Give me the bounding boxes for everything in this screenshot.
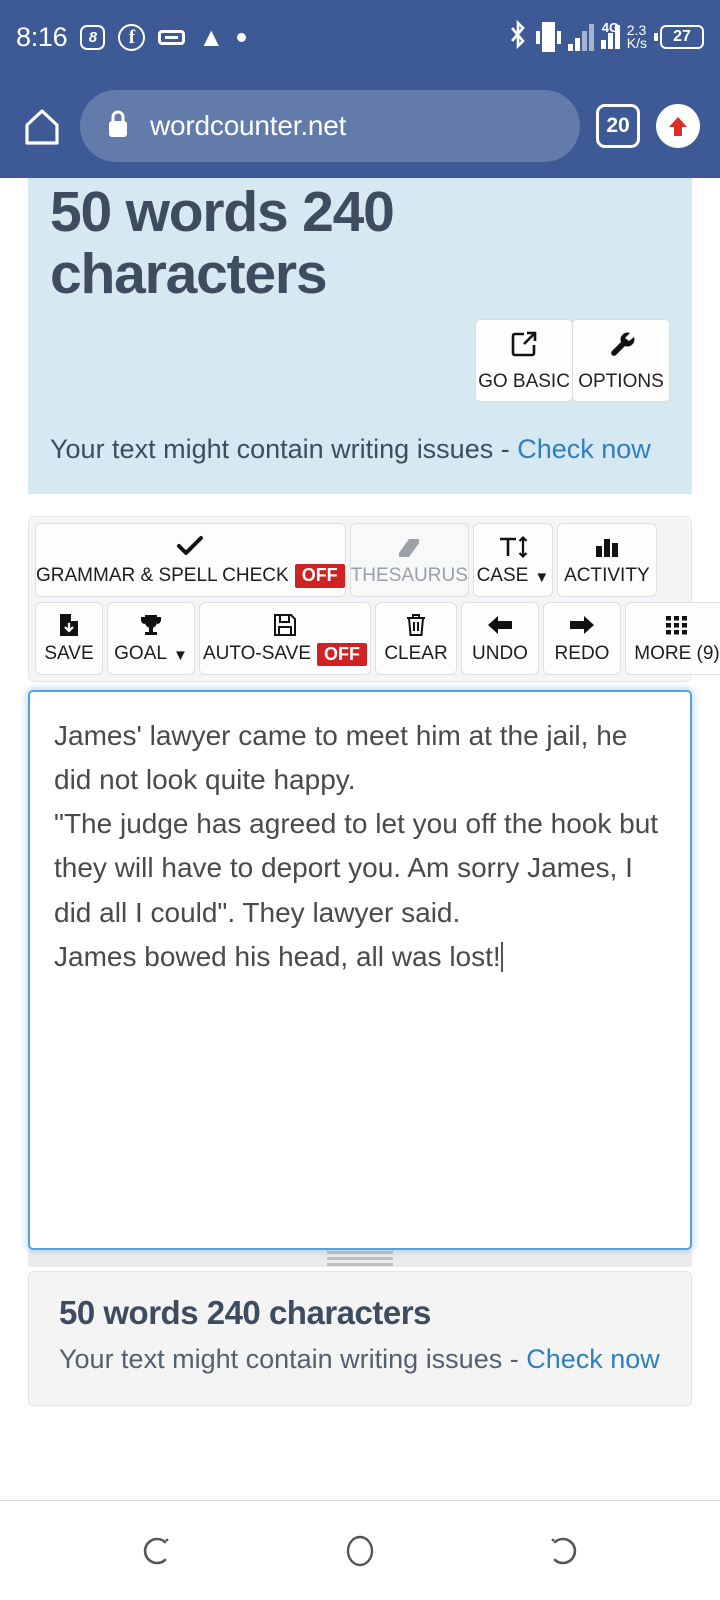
- editor-container: James' lawyer came to meet him at the ja…: [28, 689, 692, 1250]
- word-count-summary: 50 words 240 characters Your text might …: [28, 1270, 692, 1406]
- redo-button[interactable]: REDO: [543, 601, 621, 675]
- vibrate-icon: [535, 22, 561, 52]
- footer-check-now-link[interactable]: Check now: [526, 1344, 660, 1374]
- arrow-left-icon: [486, 612, 514, 638]
- page-content: 50 words 240 characters GO BASIC OPTIONS…: [0, 178, 720, 1500]
- save-button[interactable]: SAVE: [35, 601, 103, 675]
- chevron-down-icon: ▼: [172, 646, 188, 664]
- editor-toolbar: GRAMMAR & SPELL CHECK OFF THESAURUS CASE…: [28, 516, 720, 682]
- more-button[interactable]: MORE (9): [625, 601, 720, 675]
- network-type-label: 4G: [601, 20, 620, 35]
- app-badge-icon: 8: [80, 24, 106, 50]
- checkmark-icon: [175, 533, 205, 559]
- status-bar-right: 4G 2.3 K/s 27: [507, 19, 704, 55]
- facebook-icon: f: [118, 23, 146, 51]
- footer-count-title: 50 words 240 characters: [59, 1293, 431, 1331]
- data-rate: 2.3 K/s: [626, 23, 647, 51]
- editor-resize-handle[interactable]: [28, 1249, 692, 1267]
- save-label: SAVE: [44, 643, 94, 665]
- toolbar-row-1: GRAMMAR & SPELL CHECK OFF THESAURUS CASE…: [35, 523, 685, 597]
- clear-button[interactable]: CLEAR: [375, 601, 457, 675]
- chevron-down-icon: ▼: [534, 568, 550, 586]
- hero-section: 50 words 240 characters GO BASIC OPTIONS…: [28, 178, 692, 495]
- goal-label: GOAL: [114, 643, 167, 665]
- browser-toolbar: wordcounter.net 20: [0, 74, 720, 178]
- network-type-icon: 4G: [600, 21, 620, 49]
- clear-label: CLEAR: [384, 643, 448, 665]
- message-icon: [158, 29, 186, 45]
- activity-button[interactable]: ACTIVITY: [556, 523, 657, 597]
- tab-count-button[interactable]: 20: [596, 104, 640, 148]
- tab-count-label: 20: [606, 114, 630, 137]
- grammar-spell-check-button[interactable]: GRAMMAR & SPELL CHECK OFF: [35, 523, 346, 597]
- grammar-spell-check-label: GRAMMAR & SPELL CHECK: [36, 565, 289, 586]
- more-label: MORE (9): [634, 643, 720, 665]
- file-download-icon: [56, 612, 82, 638]
- scroll-up-icon[interactable]: [656, 104, 700, 148]
- text-editor[interactable]: James' lawyer came to meet him at the ja…: [28, 689, 692, 1250]
- facebook-label: f: [128, 26, 136, 48]
- battery-icon: 27: [654, 25, 704, 49]
- go-basic-label: GO BASIC: [478, 371, 570, 393]
- goal-button[interactable]: GOAL ▼: [107, 601, 195, 675]
- battery-level: 27: [660, 25, 704, 49]
- address-bar[interactable]: wordcounter.net: [80, 90, 580, 162]
- options-button[interactable]: OPTIONS: [572, 319, 670, 403]
- android-navigation-bar: [0, 1500, 720, 1600]
- thesaurus-button[interactable]: THESAURUS: [349, 523, 469, 597]
- wrench-icon: [606, 329, 636, 365]
- text-cursor: [500, 941, 503, 972]
- go-basic-button[interactable]: GO BASIC: [475, 319, 573, 403]
- footer-writing-issues-note: Your text might contain writing issues -…: [59, 1340, 661, 1379]
- hero-actions: GO BASIC OPTIONS: [50, 319, 670, 403]
- grid-icon: [664, 612, 690, 638]
- editor-content: James' lawyer came to meet him at the ja…: [54, 719, 659, 972]
- resize-grip-icon: [327, 1250, 393, 1266]
- auto-save-button[interactable]: AUTO-SAVE OFF: [199, 601, 371, 675]
- signal-bars-icon: [567, 23, 594, 51]
- warning-icon: ▲: [198, 22, 225, 52]
- auto-save-label: AUTO-SAVE: [202, 643, 312, 665]
- footer-note-text: Your text might contain writing issues -: [59, 1343, 527, 1374]
- address-bar-url: wordcounter.net: [150, 110, 347, 141]
- floppy-disk-icon: [272, 612, 298, 638]
- undo-button[interactable]: UNDO: [461, 601, 539, 675]
- status-bar: 8:16 8 f ▲ 4G 2.3 K/s 27: [0, 0, 720, 74]
- home-icon[interactable]: [20, 105, 64, 147]
- thesaurus-label: THESAURUS: [350, 565, 468, 586]
- case-label: CASE: [476, 565, 529, 586]
- book-icon: [395, 534, 423, 560]
- arrow-right-icon: [568, 612, 596, 638]
- data-rate-unit: K/s: [626, 35, 647, 51]
- recents-icon[interactable]: [115, 1528, 205, 1574]
- app-badge-label: 8: [88, 28, 98, 46]
- hero-writing-issues-note: Your text might contain writing issues -…: [50, 430, 670, 468]
- trash-icon: [403, 612, 429, 638]
- status-bar-left: 8:16 8 f ▲: [16, 21, 247, 53]
- auto-save-status-badge: OFF: [317, 642, 368, 666]
- toolbar-row-2: SAVE GOAL ▼ AUTO-SAVE OFF CLEAR UNDO RED…: [35, 601, 720, 675]
- bar-chart-icon: [593, 534, 621, 560]
- trophy-icon: [138, 612, 164, 638]
- dot-icon: [237, 32, 247, 42]
- lock-icon: [106, 109, 130, 144]
- hero-check-now-link[interactable]: Check now: [517, 434, 651, 464]
- undo-label: UNDO: [472, 643, 528, 665]
- bluetooth-icon: [507, 19, 529, 55]
- options-label: OPTIONS: [578, 371, 664, 393]
- hero-note-text: Your text might contain writing issues -: [50, 434, 518, 465]
- case-button[interactable]: CASE ▼: [472, 523, 553, 597]
- back-icon[interactable]: [515, 1528, 605, 1574]
- external-link-icon: [509, 329, 539, 365]
- status-time: 8:16: [16, 21, 68, 52]
- redo-label: REDO: [554, 643, 610, 665]
- text-size-icon: [496, 534, 530, 560]
- page-title: 50 words 240 characters: [50, 180, 395, 306]
- home-circle-icon[interactable]: [315, 1528, 405, 1574]
- activity-label: ACTIVITY: [564, 565, 650, 586]
- grammar-status-badge: OFF: [294, 564, 345, 588]
